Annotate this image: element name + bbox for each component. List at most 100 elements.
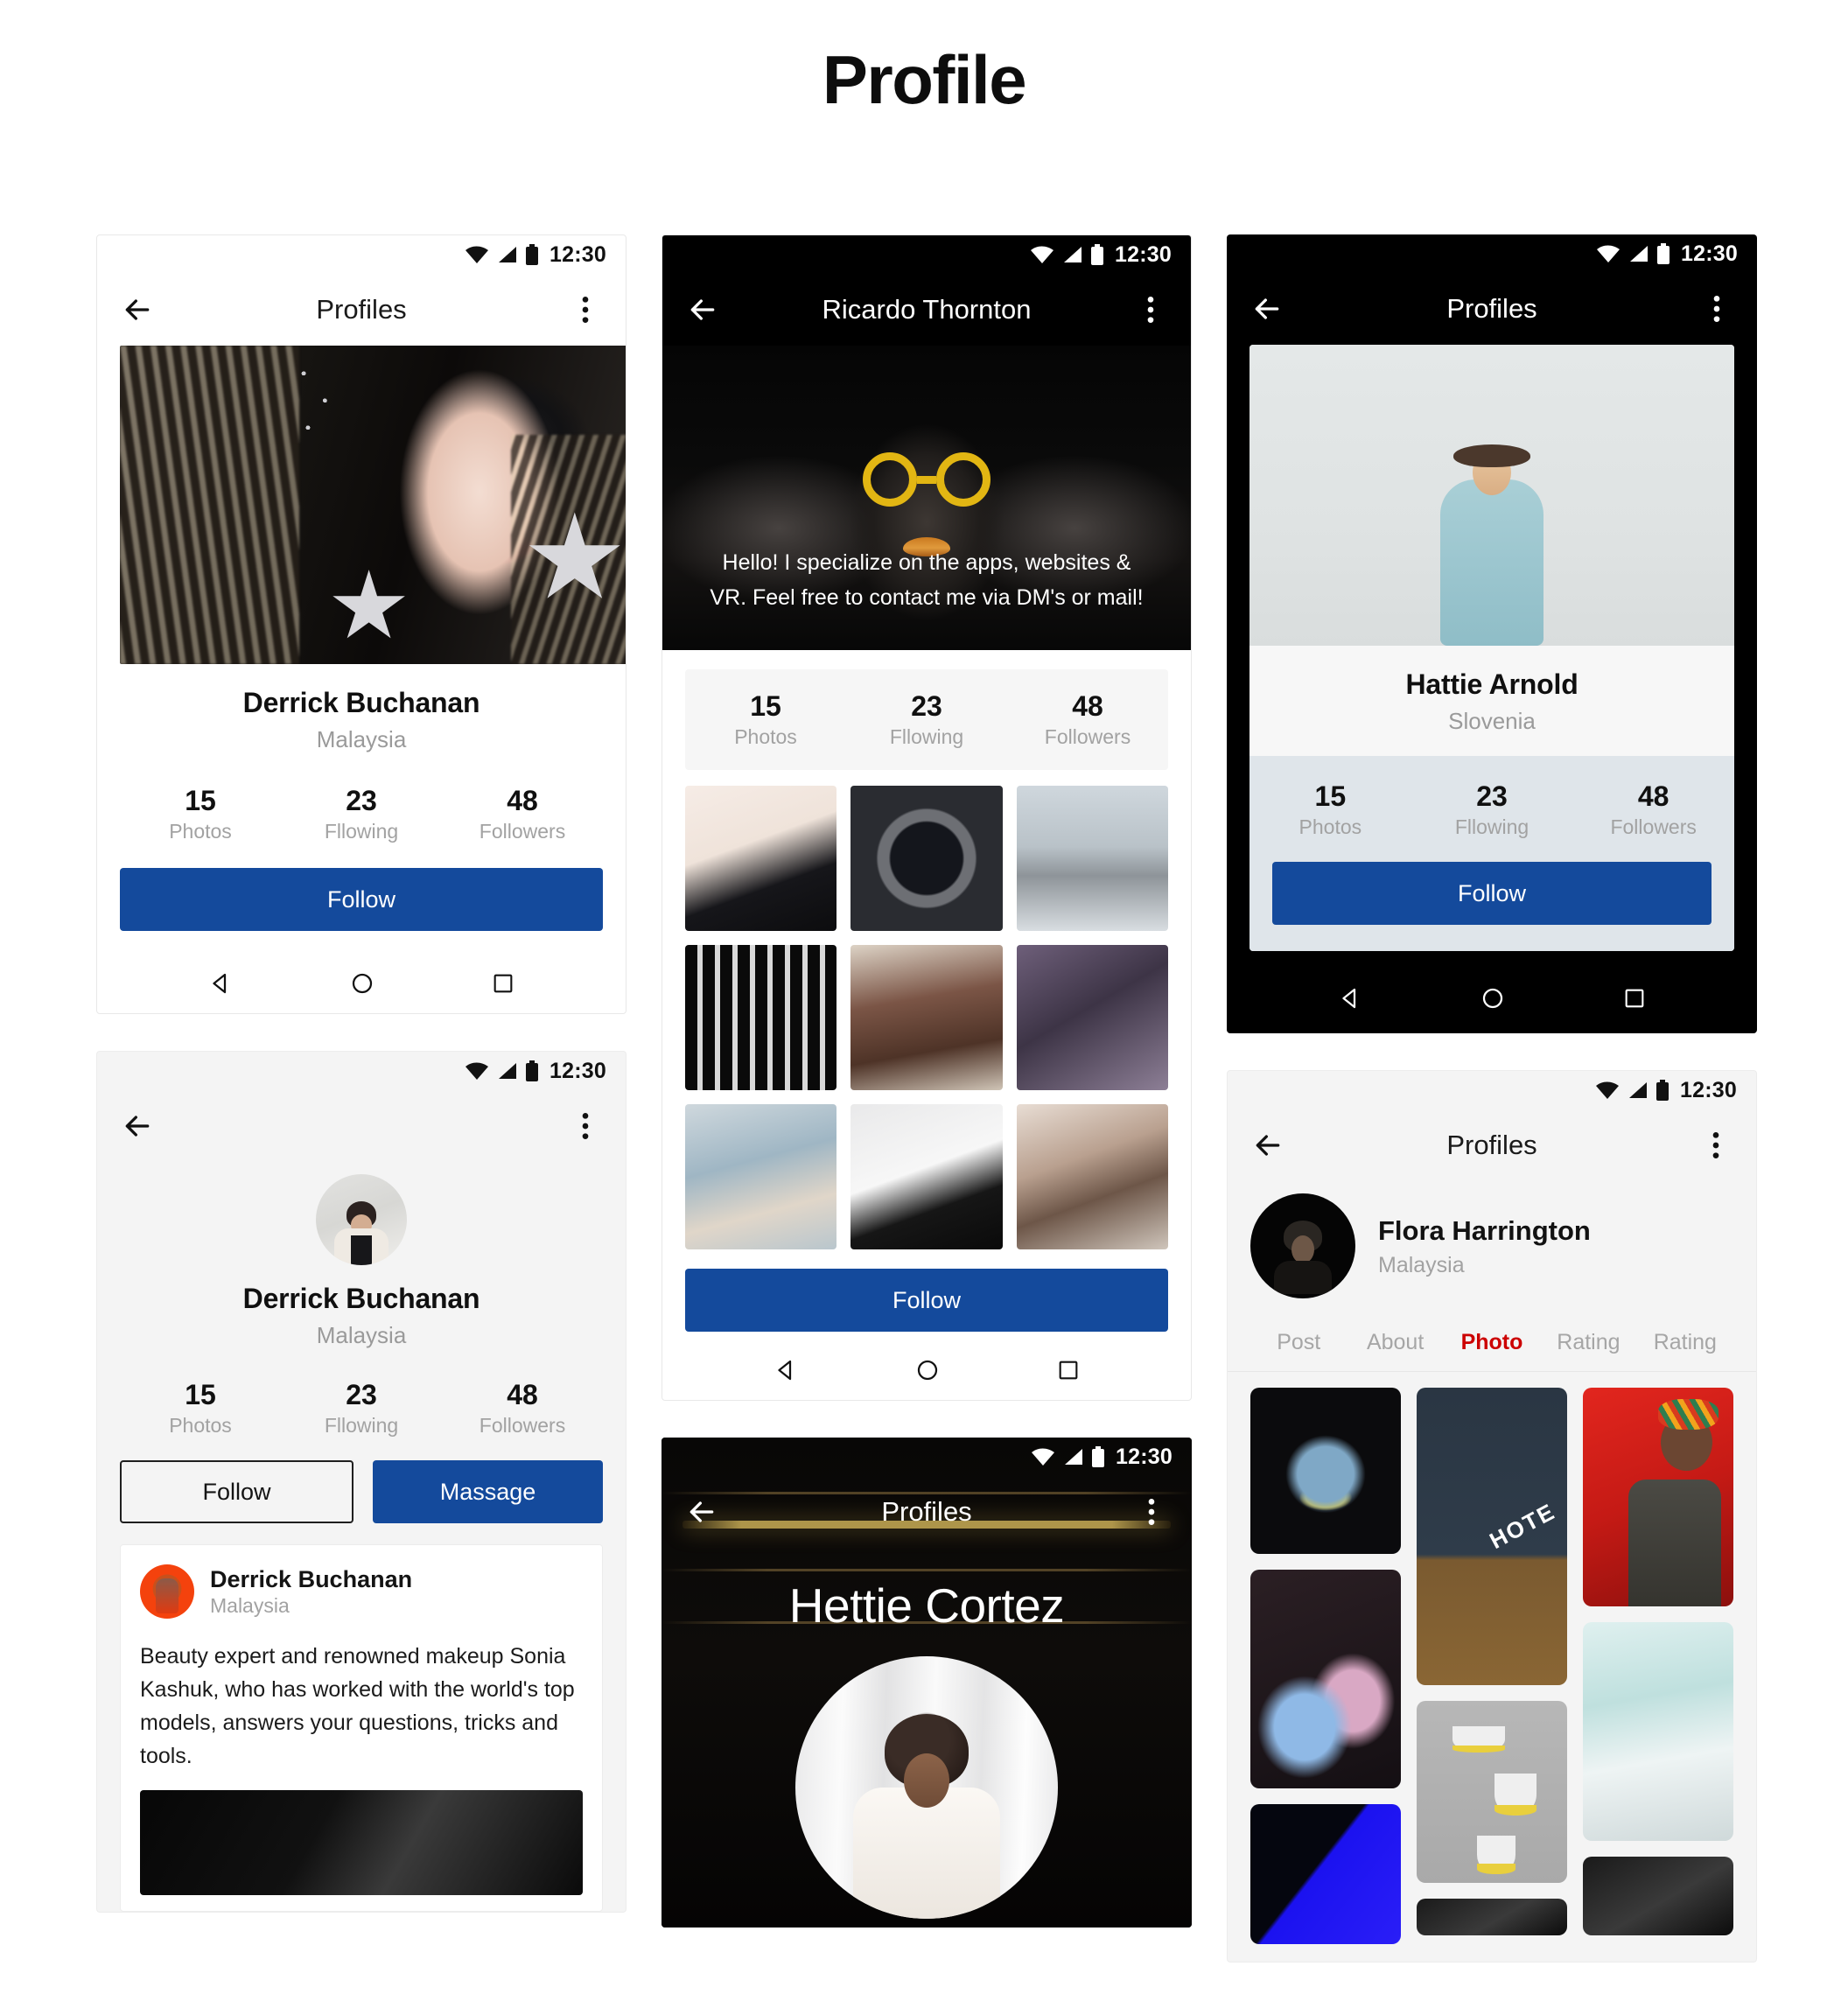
page-title: Profile [822, 41, 1027, 118]
profile-card: Hattie Arnold Slovenia 15 Photos 23 Fllo… [1250, 345, 1734, 951]
wifi-icon [1597, 245, 1620, 262]
app-bar-title: Profiles [1446, 293, 1537, 324]
column-left: 12:30 Profiles Derrick Buchanan Malaysia [96, 234, 626, 1913]
gallery-photo[interactable] [685, 1104, 837, 1249]
signal-icon [1629, 1082, 1648, 1098]
battery-icon [1657, 243, 1670, 264]
cover-photo-hall: 12:30 Profiles Hettie Cortez [662, 1438, 1192, 1928]
gallery-photo[interactable] [850, 1104, 1003, 1249]
more-vertical-icon[interactable] [568, 292, 603, 327]
follow-button[interactable]: Follow [1272, 862, 1712, 925]
stat-value: 48 [1637, 780, 1670, 812]
stat-photos[interactable]: 15 Photos [685, 689, 846, 749]
profile-name: Hettie Cortez [788, 1578, 1065, 1633]
gallery-photo[interactable] [1583, 1622, 1733, 1841]
tab-rating-1[interactable]: Rating [1540, 1318, 1636, 1371]
message-button[interactable]: Massage [373, 1460, 603, 1523]
stat-followers[interactable]: 48 Followers [1007, 689, 1168, 749]
gallery-photo[interactable] [685, 945, 837, 1090]
photo-detail [120, 346, 300, 664]
nav-back-icon[interactable] [1337, 985, 1363, 1011]
more-vertical-icon[interactable] [1134, 1494, 1169, 1529]
gallery-photo[interactable] [1016, 1104, 1168, 1249]
gallery-photo[interactable] [1250, 1570, 1401, 1788]
stat-followers[interactable]: 48 Followers [442, 1377, 603, 1438]
tab-photo[interactable]: Photo [1444, 1318, 1540, 1371]
android-nav-bar [1227, 974, 1757, 1033]
app-bar: Profiles [1227, 273, 1757, 345]
battery-icon [1656, 1080, 1670, 1101]
status-time: 12:30 [550, 241, 606, 267]
masonry-column: HOTE [1417, 1388, 1567, 1944]
profile-location: Malaysia [1378, 1252, 1465, 1277]
cover-photo-punk [120, 346, 626, 664]
gallery-photo[interactable] [685, 786, 837, 931]
gallery-photo[interactable] [1417, 1899, 1567, 1935]
back-arrow-icon[interactable] [120, 292, 155, 327]
stat-following[interactable]: 23 Fllowing [281, 1377, 442, 1438]
avatar [140, 1564, 194, 1619]
back-arrow-icon[interactable] [1250, 291, 1284, 326]
stat-value: 48 [507, 1379, 538, 1410]
tab-rating-2[interactable]: Rating [1637, 1318, 1733, 1371]
avatar [1250, 1193, 1355, 1298]
status-bar: 12:30 [662, 235, 1191, 274]
gallery-photo[interactable]: HOTE [1417, 1388, 1567, 1685]
nav-home-icon[interactable] [914, 1357, 941, 1383]
stat-value: 23 [911, 690, 942, 722]
app-bar: Ricardo Thornton [662, 274, 1191, 346]
stat-label: Followers [479, 1414, 566, 1437]
column-right: 12:30 Profiles Hattie Arnold Slovenia 15… [1227, 234, 1757, 1963]
stat-value: 23 [346, 785, 377, 816]
nav-home-icon[interactable] [1480, 985, 1506, 1011]
more-vertical-icon[interactable] [568, 1109, 603, 1144]
more-vertical-icon[interactable] [1133, 292, 1168, 327]
gallery-photo[interactable] [1016, 786, 1168, 931]
screen-hettie-cortez: 12:30 Profiles Hettie Cortez [662, 1438, 1192, 1928]
gallery-photo[interactable] [1250, 1804, 1401, 1944]
stat-following[interactable]: 23 Fllowing [846, 689, 1007, 749]
nav-recents-icon[interactable] [1056, 1358, 1081, 1382]
back-arrow-icon[interactable] [685, 292, 720, 327]
stat-label: Fllowing [324, 820, 399, 843]
stat-followers[interactable]: 48 Followers [1572, 779, 1734, 839]
nav-recents-icon[interactable] [491, 971, 515, 996]
more-vertical-icon[interactable] [1698, 1128, 1733, 1163]
gallery-photo[interactable] [1583, 1388, 1733, 1606]
stat-following[interactable]: 23 Fllowing [1411, 779, 1573, 839]
nav-back-icon[interactable] [207, 970, 234, 997]
stat-photos[interactable]: 15 Photos [120, 1377, 281, 1438]
gallery-photo[interactable] [850, 786, 1003, 931]
nav-home-icon[interactable] [349, 970, 375, 997]
follow-button[interactable]: Follow [120, 1460, 354, 1523]
stat-value: 48 [507, 785, 538, 816]
signal-icon [499, 247, 517, 262]
app-bar-title: Profiles [316, 294, 407, 325]
gallery-photo[interactable] [1250, 1388, 1401, 1554]
stat-value: 15 [185, 1379, 216, 1410]
tab-about[interactable]: About [1347, 1318, 1443, 1371]
follow-button[interactable]: Follow [120, 868, 603, 931]
tab-post[interactable]: Post [1250, 1318, 1347, 1371]
stat-label: Fllowing [889, 725, 964, 748]
back-arrow-icon[interactable] [1250, 1128, 1285, 1163]
nav-recents-icon[interactable] [1622, 986, 1647, 1011]
back-arrow-icon[interactable] [684, 1494, 719, 1529]
gallery-photo[interactable] [1417, 1701, 1567, 1883]
stat-label: Photos [169, 1414, 232, 1437]
gallery-photo[interactable] [850, 945, 1003, 1090]
android-nav-bar [97, 954, 626, 1013]
more-vertical-icon[interactable] [1699, 291, 1734, 326]
stat-followers[interactable]: 48 Followers [442, 783, 603, 843]
photo-detail [278, 352, 363, 461]
follow-button[interactable]: Follow [685, 1269, 1168, 1332]
back-arrow-icon[interactable] [120, 1109, 155, 1144]
nav-back-icon[interactable] [773, 1357, 799, 1383]
stat-photos[interactable]: 15 Photos [1250, 779, 1411, 839]
gallery-photo[interactable] [1583, 1857, 1733, 1935]
stat-photos[interactable]: 15 Photos [120, 783, 281, 843]
profile-photo [1250, 345, 1734, 646]
stat-value: 48 [1072, 690, 1103, 722]
gallery-photo[interactable] [1016, 945, 1168, 1090]
stat-following[interactable]: 23 Fllowing [281, 783, 442, 843]
